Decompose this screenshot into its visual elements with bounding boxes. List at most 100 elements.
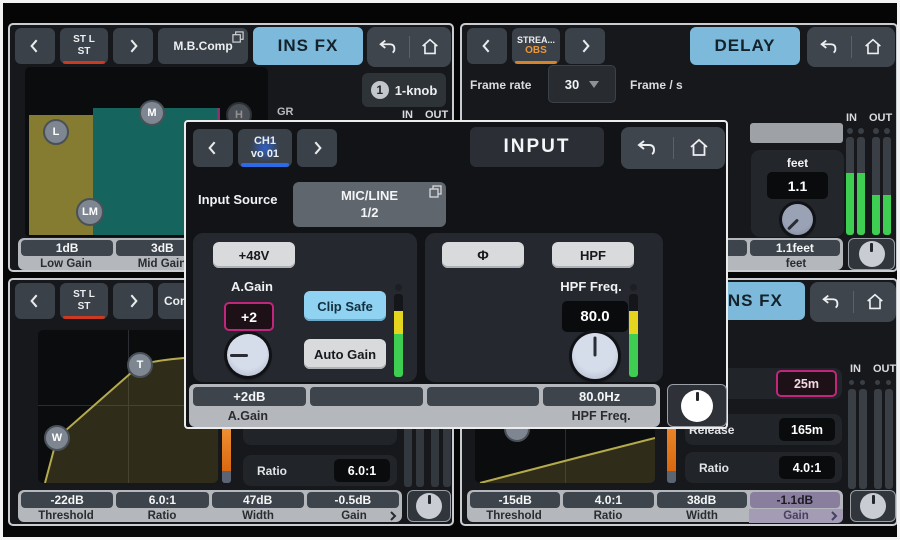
hpf-button[interactable]: HPF [552,242,634,268]
band-handle-mid[interactable]: M [139,100,165,126]
input-source-button[interactable]: MIC/LINE 1/2 [293,182,446,227]
footer-value-ratio[interactable]: 4.0:1 [563,492,653,508]
next-channel-button[interactable] [565,28,605,64]
touch-knob-button[interactable] [850,490,896,522]
footer-value-a-gain[interactable]: +2dB [193,387,306,406]
footer-value-feet[interactable]: 1.1feet [750,240,840,256]
a-gain-label: A.Gain [212,279,292,294]
a-gain-value[interactable]: +2 [224,302,274,331]
next-channel-button[interactable] [113,28,153,64]
chevron-left-icon [25,36,45,56]
input-dialog: CH1 vo 01 INPUT Input Source MIC/LINE 1/… [184,120,728,429]
out-meter-l [872,137,880,235]
touch-knob-button[interactable] [848,238,895,270]
nav-group [807,27,895,67]
footer-value-2[interactable] [310,387,423,406]
next-channel-button[interactable] [113,283,153,319]
footer-value-hpf-freq[interactable]: 80.0Hz [543,387,656,406]
clip-safe-button[interactable]: Clip Safe [304,291,386,321]
back-button[interactable] [807,27,851,67]
in-meter-r [857,137,865,235]
home-icon [864,291,886,313]
footer-label-a-gain: A.Gain [189,408,307,425]
back-button[interactable] [367,27,409,67]
feet-label: feet [751,156,844,170]
undo-icon [377,36,399,58]
home-button[interactable] [854,282,897,322]
home-button[interactable] [674,127,726,169]
channel-name: STREA... [517,35,555,46]
channel-select-button[interactable]: ST L ST [60,28,108,64]
next-channel-button[interactable] [297,129,337,167]
peak-dot [873,128,879,134]
footer-value-width[interactable]: 47dB [212,492,304,508]
hpf-freq-value[interactable]: 80.0 [562,301,628,332]
channel-name: CH1 [254,135,276,148]
channel-select-button[interactable]: STREA... OBS [512,28,560,64]
a-gain-knob[interactable] [227,334,269,376]
param-row-ratio[interactable]: Ratio 6.0:1 [243,455,397,486]
mixer-screen: ST L ST M.B.Comp INS FX L [0,0,900,540]
home-button[interactable] [410,27,452,67]
copy-icon [429,185,442,198]
phantom-48v-button[interactable]: +48V [213,242,295,268]
auto-gain-button[interactable]: Auto Gain [304,339,386,369]
knob-icon [859,241,885,267]
one-knob-button[interactable]: 1 1-knob [362,73,446,107]
in-label: IN [846,112,857,124]
footer-value-low-gain[interactable]: 1dB [21,240,113,256]
channel-name2: OBS [525,45,547,57]
footer-value-ratio[interactable]: 6.0:1 [116,492,208,508]
ratio-value: 4.0:1 [779,456,835,479]
home-icon [862,36,884,58]
footer-value-threshold[interactable]: -22dB [21,492,113,508]
fx-preset-button[interactable]: M.B.Comp [158,28,248,64]
prev-channel-button[interactable] [15,28,55,64]
footer-label-hpf-freq: HPF Freq. [542,408,660,425]
phase-button[interactable]: Φ [442,242,524,268]
footer-label-gain: Gain [306,509,402,523]
band-handle-low[interactable]: L [43,119,69,145]
gain-detail-chevron-icon [829,511,839,521]
hpf-freq-knob[interactable] [572,333,618,379]
channel-select-button[interactable]: CH1 vo 01 [238,129,292,167]
prev-channel-button[interactable] [467,28,507,64]
footer-value-gain-selected[interactable]: -1.1dB [750,492,840,508]
back-button[interactable] [810,282,853,322]
touch-knob-button[interactable] [667,384,727,427]
one-knob-label: 1-knob [395,83,438,98]
footer-value-threshold[interactable]: -15dB [470,492,560,508]
input-source-value2: 1/2 [360,205,378,222]
channel-name2: ST [78,46,91,58]
channel-color-bar [63,316,105,319]
attack-value[interactable]: 25m [776,370,837,397]
footer-value-width[interactable]: 38dB [657,492,747,508]
in-label: IN [850,363,861,375]
footer-value-3[interactable] [427,387,540,406]
back-button[interactable] [621,127,673,169]
feet-value[interactable]: 1.1 [767,172,828,199]
out-meter-l [874,389,882,489]
undo-icon [635,136,659,160]
footer-value-gain[interactable]: -0.5dB [307,492,399,508]
frame-rate-dropdown[interactable]: 30 [548,65,616,103]
prev-channel-button[interactable] [15,283,55,319]
touch-knob-button[interactable] [407,490,451,522]
footer-label-3 [425,408,543,422]
footer-label-threshold: Threshold [467,509,561,523]
chevron-right-icon [307,138,327,158]
band-handle-lowmid[interactable]: LM [76,198,104,226]
channel-name: ST L [73,34,95,46]
channel-color-bar [515,61,557,64]
home-button[interactable] [852,27,896,67]
threshold-handle[interactable]: T [127,352,153,378]
width-handle[interactable]: W [44,425,70,451]
input-level-meter [394,294,403,377]
param-row-ratio[interactable]: Ratio 4.0:1 [685,452,842,483]
peak-dot [860,380,865,385]
peak-indicator [395,284,402,291]
channel-name2: ST [78,301,91,313]
prev-channel-button[interactable] [193,129,233,167]
channel-select-button[interactable]: ST L ST [60,283,108,319]
delay-knob[interactable] [782,204,813,235]
